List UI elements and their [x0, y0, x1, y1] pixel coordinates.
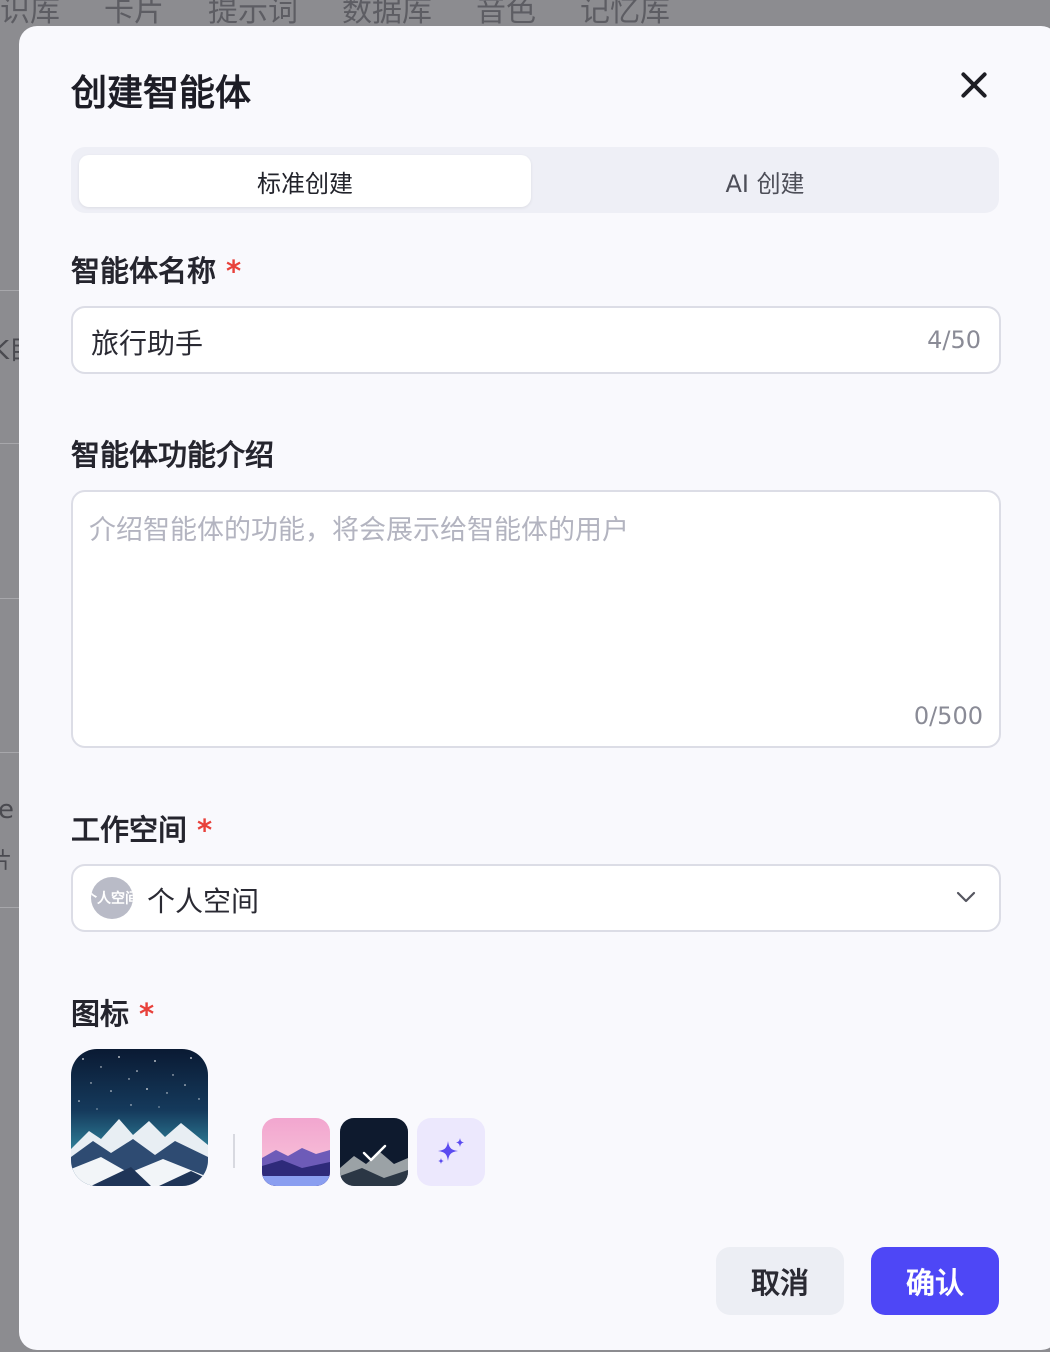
bg-tab: 识库 — [0, 0, 60, 29]
icon-label-text: 图标 — [71, 997, 130, 1031]
bg-tab: 提示词 — [208, 0, 298, 29]
bg-divider — [0, 752, 20, 753]
bg-text: 片 — [0, 849, 13, 874]
sparkle-icon — [438, 1138, 464, 1164]
agent-description-textarea[interactable]: 介绍智能体的功能，将会展示给智能体的用户 0/500 — [71, 490, 1001, 748]
agent-name-value[interactable]: 旅行助手 — [91, 322, 203, 362]
required-mark: * — [197, 813, 213, 847]
modal-title: 创建智能体 — [71, 73, 252, 114]
bg-divider — [0, 598, 20, 599]
chevron-down-icon[interactable] — [955, 886, 977, 908]
bg-tab: 数据库 — [342, 0, 432, 29]
create-agent-modal: 创建智能体 标准创建 AI 创建 智能体名称 * 旅行助手 4/50 智能体功能介… — [19, 26, 1050, 1350]
description-placeholder: 介绍智能体的功能，将会展示给智能体的用户 — [89, 515, 629, 546]
bg-tab: 卡片 — [104, 0, 164, 29]
name-label: 智能体名称 * — [71, 248, 241, 290]
workspace-select[interactable]: 个人空间 个人空间 — [71, 864, 1001, 932]
name-char-counter: 4/50 — [927, 326, 981, 354]
bg-tab: 音色 — [476, 0, 536, 29]
description-char-counter: 0/500 — [913, 702, 983, 730]
selected-agent-icon[interactable] — [71, 1049, 208, 1186]
icon-divider — [233, 1134, 235, 1168]
workspace-avatar: 个人空间 — [91, 877, 133, 919]
bg-text: e — [0, 795, 14, 825]
close-icon[interactable] — [957, 68, 991, 102]
snowy-mountain-image — [71, 1049, 208, 1186]
desc-label: 智能体功能介绍 — [71, 438, 275, 472]
bg-divider — [0, 443, 20, 444]
tab-ai-create[interactable]: AI 创建 — [539, 155, 991, 207]
pink-sunset-image — [262, 1118, 330, 1186]
bg-divider — [0, 907, 20, 908]
required-mark: * — [139, 997, 155, 1031]
ai-generate-icon-button[interactable] — [417, 1118, 485, 1186]
tab-standard-create[interactable]: 标准创建 — [79, 155, 531, 207]
name-label-text: 智能体名称 — [71, 254, 217, 288]
agent-name-input[interactable]: 旅行助手 4/50 — [71, 306, 1001, 374]
workspace-label: 工作空间 * — [71, 807, 212, 849]
icon-label: 图标 * — [71, 991, 154, 1033]
icon-option-pink-mountain[interactable] — [262, 1118, 330, 1186]
night-mountain-image — [340, 1118, 408, 1186]
bg-tab: 记忆库 — [580, 0, 670, 29]
required-mark: * — [226, 254, 242, 288]
icon-option-night-mountain[interactable] — [340, 1118, 408, 1186]
background-tabs: 识库 卡片 提示词 数据库 音色 记忆库 — [0, 0, 670, 29]
workspace-value: 个人空间 — [147, 885, 260, 918]
confirm-button[interactable]: 确认 — [871, 1247, 999, 1315]
workspace-label-text: 工作空间 — [71, 813, 188, 847]
create-mode-switch: 标准创建 AI 创建 — [71, 147, 999, 213]
cancel-button[interactable]: 取消 — [716, 1247, 844, 1315]
bg-divider — [0, 290, 20, 291]
workspace-avatar-text: 个人空间 — [91, 891, 133, 907]
